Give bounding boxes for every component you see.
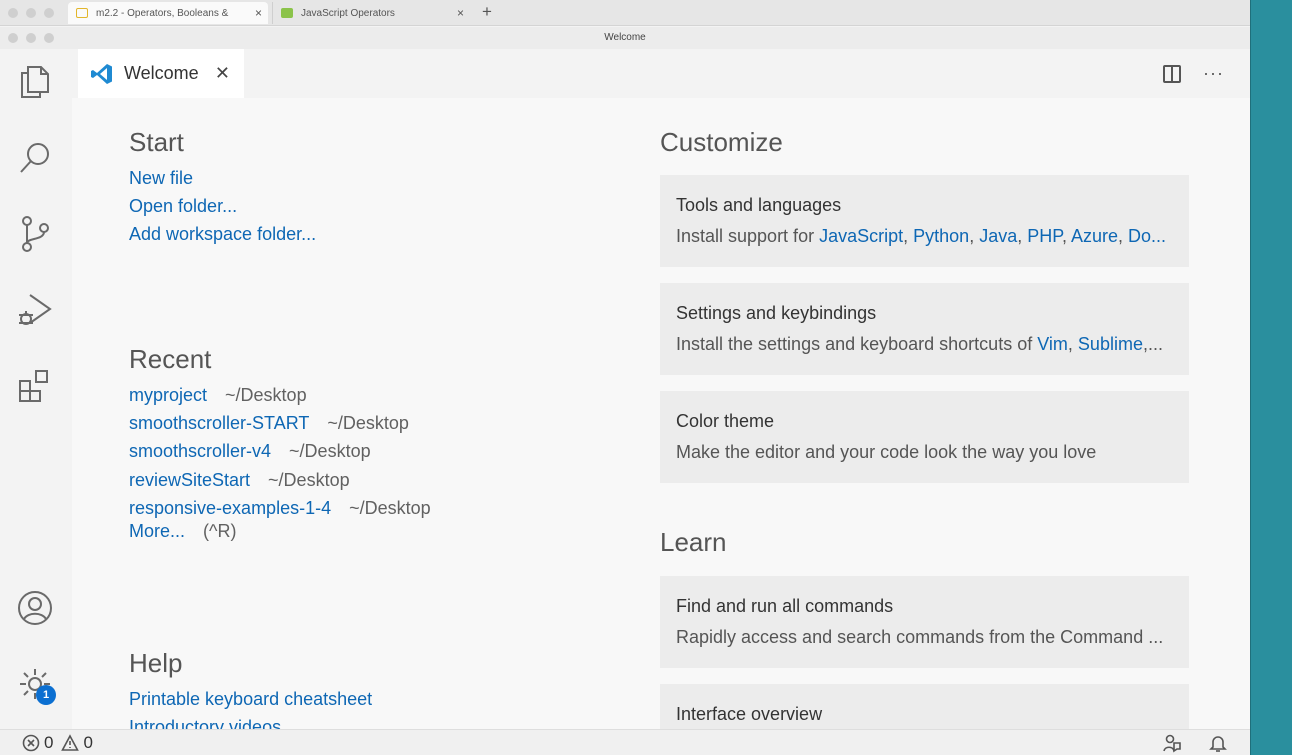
activity-bar: 1	[0, 49, 72, 729]
card-title: Settings and keybindings	[676, 303, 877, 323]
recent-folder-path: ~/Desktop	[289, 441, 371, 462]
close-tab-icon[interactable]: ×	[457, 6, 464, 20]
vscode-logo-icon	[91, 63, 112, 84]
shortcut-hint: (^R)	[203, 521, 237, 541]
settings-badge: 1	[36, 685, 56, 705]
tab-favicon-icon	[281, 8, 293, 18]
account-icon[interactable]	[14, 587, 56, 629]
recent-folder-link[interactable]: smoothscroller-START	[129, 413, 309, 433]
recent-folder-path: ~/Desktop	[327, 413, 409, 434]
tab-favicon-icon	[76, 8, 88, 18]
open-folder-link[interactable]: Open folder...	[129, 196, 237, 216]
more-languages-link[interactable]: Do...	[1128, 226, 1166, 246]
recent-folder-link[interactable]: smoothscroller-v4	[129, 441, 271, 461]
recent-more-row: More... (^R)	[129, 521, 236, 542]
card-title: Color theme	[676, 411, 775, 431]
recent-folder-link[interactable]: myproject	[129, 385, 207, 405]
php-link[interactable]: PHP	[1027, 226, 1062, 246]
learn-heading: Learn	[660, 527, 727, 557]
search-icon[interactable]	[14, 137, 56, 179]
error-count: 0	[44, 732, 54, 752]
warning-icon	[61, 733, 80, 751]
list-item: smoothscroller-START ~/Desktop	[129, 410, 431, 438]
recent-folder-link[interactable]: responsive-examples-1-4	[129, 498, 331, 518]
close-tab-icon[interactable]: ×	[255, 6, 262, 20]
list-item: responsive-examples-1-4 ~/Desktop	[129, 495, 431, 523]
extensions-icon[interactable]	[14, 365, 56, 407]
new-tab-button[interactable]: +	[482, 2, 492, 22]
card-title: Interface overview	[676, 704, 823, 724]
tab-label: Welcome	[124, 63, 199, 83]
recent-folder-path: ~/Desktop	[349, 497, 431, 518]
card-description: Install support for JavaScript, Python, …	[676, 226, 1167, 246]
introductory-videos-link[interactable]: Introductory videos	[129, 717, 281, 729]
problems-indicator[interactable]: 0 0	[22, 733, 93, 753]
recent-folder-path: ~/Desktop	[225, 385, 307, 405]
split-editor-icon[interactable]	[1163, 64, 1182, 83]
window-title-bar: Welcome	[0, 27, 1250, 49]
more-actions-icon[interactable]: ···	[1203, 63, 1224, 84]
recent-folder-path: ~/Desktop	[268, 469, 350, 490]
keyboard-cheatsheet-link[interactable]: Printable keyboard cheatsheet	[129, 689, 372, 709]
card-title: Find and run all commands	[676, 596, 894, 616]
settings-keybindings-card[interactable]: Settings and keybindings Install the set…	[660, 283, 1189, 375]
settings-gear-icon[interactable]: 1	[14, 663, 56, 705]
python-link[interactable]: Python	[913, 226, 969, 246]
new-file-link[interactable]: New file	[129, 168, 193, 188]
java-link[interactable]: Java	[979, 226, 1017, 246]
list-item: myproject ~/Desktop	[129, 382, 431, 410]
browser-tab-label: m2.2 - Operators, Booleans &	[96, 7, 229, 19]
window-title: Welcome	[604, 32, 646, 43]
interface-overview-card[interactable]: Interface overview	[660, 684, 1189, 729]
browser-tab-js-operators[interactable]: JavaScript Operators ×	[272, 2, 470, 24]
azure-link[interactable]: Azure	[1071, 226, 1118, 246]
add-workspace-folder-link[interactable]: Add workspace folder...	[129, 224, 316, 244]
find-commands-card[interactable]: Find and run all commands Rapidly access…	[660, 576, 1189, 668]
help-links: Printable keyboard cheatsheet Introducto…	[129, 686, 372, 729]
browser-tab-label: JavaScript Operators	[301, 7, 395, 19]
start-heading: Start	[129, 127, 184, 157]
sublime-link[interactable]: Sublime	[1078, 334, 1143, 354]
desktop-background-edge	[1250, 0, 1292, 755]
list-item: smoothscroller-v4 ~/Desktop	[129, 438, 431, 466]
welcome-page: Start New file Open folder... Add worksp…	[72, 98, 1250, 729]
notifications-bell-icon[interactable]	[1208, 733, 1228, 753]
status-bar: 0 0	[0, 729, 1250, 755]
explorer-icon[interactable]	[14, 61, 56, 103]
window-controls[interactable]	[8, 33, 54, 43]
card-description: Install the settings and keyboard shortc…	[676, 334, 1163, 354]
window-controls[interactable]	[8, 8, 54, 18]
card-description: Rapidly access and search commands from …	[676, 627, 1164, 647]
customize-heading: Customize	[660, 127, 783, 157]
browser-tab-bar: m2.2 - Operators, Booleans & × JavaScrip…	[0, 0, 1250, 26]
recent-folder-link[interactable]: reviewSiteStart	[129, 470, 250, 490]
javascript-link[interactable]: JavaScript	[819, 226, 903, 246]
editor-tab-bar: Welcome ✕ ···	[72, 49, 1250, 98]
browser-tab-m22[interactable]: m2.2 - Operators, Booleans & ×	[68, 2, 268, 24]
more-recent-link[interactable]: More...	[129, 521, 185, 541]
list-item: reviewSiteStart ~/Desktop	[129, 467, 431, 495]
recent-heading: Recent	[129, 344, 212, 374]
feedback-icon[interactable]	[1162, 733, 1182, 753]
card-description: Make the editor and your code look the w…	[676, 442, 1097, 462]
recent-list: myproject ~/Desktop smoothscroller-START ~…	[129, 382, 431, 523]
start-links: New file Open folder... Add workspace fo…	[129, 165, 316, 249]
source-control-icon[interactable]	[14, 213, 56, 255]
color-theme-card[interactable]: Color theme Make the editor and your cod…	[660, 391, 1189, 483]
card-title: Tools and languages	[676, 195, 842, 215]
vim-link[interactable]: Vim	[1037, 334, 1068, 354]
tools-languages-card[interactable]: Tools and languages Install support for …	[660, 175, 1189, 267]
close-tab-icon[interactable]: ✕	[215, 63, 230, 84]
error-icon	[22, 734, 40, 751]
tab-welcome[interactable]: Welcome ✕	[78, 49, 244, 98]
help-heading: Help	[129, 648, 183, 678]
run-debug-icon[interactable]	[14, 289, 56, 331]
app-window: m2.2 - Operators, Booleans & × JavaScrip…	[0, 0, 1250, 755]
warning-count: 0	[83, 732, 93, 752]
